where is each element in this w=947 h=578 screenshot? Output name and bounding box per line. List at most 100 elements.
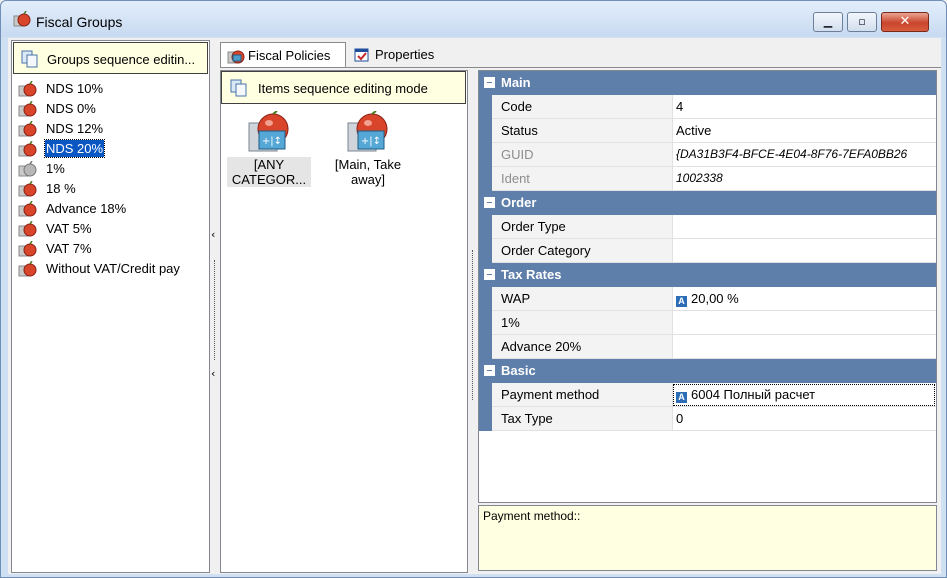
middle-splitter[interactable] (470, 70, 476, 573)
collapse-icon[interactable] (484, 365, 495, 376)
group-item[interactable]: VAT 7% (16, 239, 206, 259)
property-value[interactable] (672, 335, 936, 359)
groups-sequence-editing-button[interactable]: Groups sequence editin... (13, 42, 208, 74)
collapse-icon[interactable] (484, 197, 495, 208)
policy-tile-label: [ANY CATEGOR... (227, 157, 311, 187)
row-gutter (479, 239, 492, 263)
minimize-button[interactable]: ▁ (813, 12, 843, 32)
apple-icon (18, 221, 37, 237)
maximize-button[interactable]: ▫ (847, 12, 877, 32)
category-basic[interactable]: Basic (479, 359, 936, 383)
title-bar[interactable]: Fiscal Groups ▁ ▫ ✕ (1, 1, 946, 37)
items-sequence-editing-button[interactable]: Items sequence editing mode (221, 71, 466, 104)
apple-icon (18, 121, 37, 137)
row-gutter (479, 407, 492, 431)
sequence-pages-icon (21, 50, 38, 68)
fiscal-policies-panel: Items sequence editing mode +|↕ [ANY CAT… (220, 70, 468, 573)
group-item-label: 1% (46, 161, 65, 176)
property-value-text: 6004 Полный расчет (691, 387, 816, 402)
property-value[interactable]: 0 (672, 407, 936, 431)
group-item[interactable]: Advance 18% (16, 199, 206, 219)
group-item-label: 18 % (46, 181, 76, 196)
fiscal-policy-tile-icon: +|↕ (347, 111, 388, 152)
group-item-label: NDS 20% (43, 139, 106, 158)
group-item[interactable]: NDS 0% (16, 99, 206, 119)
group-item[interactable]: VAT 5% (16, 219, 206, 239)
collapse-left-icon[interactable]: ‹ (211, 228, 215, 241)
group-item-label: VAT 7% (46, 241, 92, 256)
property-row-guid[interactable]: GUID {DA31B3F4-BFCE-4E04-8F76-7EFA0BB26 (479, 143, 936, 167)
category-tax-rates[interactable]: Tax Rates (479, 263, 936, 287)
properties-icon (354, 48, 369, 62)
property-row-status[interactable]: Status Active (479, 119, 936, 143)
category-title: Main (501, 75, 531, 90)
property-value[interactable]: {DA31B3F4-BFCE-4E04-8F76-7EFA0BB26 (672, 143, 936, 167)
group-item-label: NDS 12% (46, 121, 104, 136)
category-title: Order (501, 195, 537, 210)
splitter-grip (214, 260, 215, 360)
value-source-icon: A (676, 392, 687, 403)
row-gutter (479, 95, 492, 119)
property-value[interactable]: A 6004 Полный расчет (672, 383, 936, 407)
policy-tile-label: [Main, Take away] (334, 157, 402, 187)
property-row-ident[interactable]: Ident 1002338 (479, 167, 936, 191)
property-row-advance-20[interactable]: Advance 20% (479, 335, 936, 359)
group-item[interactable]: Without VAT/Credit pay (16, 259, 206, 279)
collapse-icon[interactable] (484, 269, 495, 280)
apple-icon (18, 81, 37, 97)
group-item-label: NDS 0% (46, 101, 96, 116)
property-description: Payment method:: (483, 509, 581, 523)
tab-label: Fiscal Policies (248, 48, 331, 63)
fiscal-groups-list: NDS 10% NDS 0% NDS 12% NDS 20% 1% 18 % A… (16, 79, 206, 279)
group-item[interactable]: NDS 10% (16, 79, 206, 99)
property-name: WAP (492, 287, 672, 311)
property-row-wap[interactable]: WAP A 20,00 % (479, 287, 936, 311)
left-splitter[interactable]: ‹ ‹ (211, 40, 219, 573)
tab-strip: Fiscal Policies Properties (220, 40, 941, 68)
group-item-label: Without VAT/Credit pay (46, 261, 180, 276)
tab-label: Properties (375, 47, 435, 62)
group-item[interactable]: NDS 12% (16, 119, 206, 139)
property-name: Order Type (492, 215, 672, 239)
property-row-1-percent[interactable]: 1% (479, 311, 936, 335)
sequence-pages-icon (230, 79, 247, 97)
fiscal-policy-tile-icon: +|↕ (248, 111, 289, 152)
property-row-order-category[interactable]: Order Category (479, 239, 936, 263)
tab-fiscal-policies[interactable]: Fiscal Policies (220, 42, 346, 68)
property-value[interactable] (672, 215, 936, 239)
property-value[interactable]: Active (672, 119, 936, 143)
property-name: Payment method (492, 383, 672, 407)
row-gutter (479, 143, 492, 167)
category-order[interactable]: Order (479, 191, 936, 215)
property-value[interactable] (672, 311, 936, 335)
property-row-tax-type[interactable]: Tax Type 0 (479, 407, 936, 431)
property-row-code[interactable]: Code 4 (479, 95, 936, 119)
group-item-label: Advance 18% (46, 201, 127, 216)
category-main[interactable]: Main (479, 71, 936, 95)
group-item[interactable]: 18 % (16, 179, 206, 199)
property-value[interactable]: A 20,00 % (672, 287, 936, 311)
apple-icon (18, 261, 37, 277)
maximize-icon: ▫ (858, 15, 866, 28)
group-item[interactable]: 1% (16, 159, 206, 179)
apple-icon (18, 181, 37, 197)
property-value-text: 20,00 % (691, 291, 739, 306)
apple-icon (18, 201, 37, 217)
close-button[interactable]: ✕ (881, 12, 929, 32)
category-title: Basic (501, 363, 536, 378)
property-value[interactable]: 1002338 (672, 167, 936, 191)
fiscal-policy-tab-icon (227, 50, 245, 64)
collapse-icon[interactable] (484, 77, 495, 88)
property-value[interactable] (672, 239, 936, 263)
minimize-icon: ▁ (823, 15, 833, 28)
property-name: GUID (492, 143, 672, 167)
property-row-payment-method[interactable]: Payment method A 6004 Полный расчет (479, 383, 936, 407)
apple-icon (18, 241, 37, 257)
tab-properties[interactable]: Properties (348, 42, 448, 68)
property-name: Tax Type (492, 407, 672, 431)
group-item-selected[interactable]: NDS 20% (16, 139, 206, 159)
groups-sequence-label: Groups sequence editin... (47, 52, 196, 67)
collapse-left-icon[interactable]: ‹ (211, 367, 215, 380)
property-row-order-type[interactable]: Order Type (479, 215, 936, 239)
property-value[interactable]: 4 (672, 95, 936, 119)
